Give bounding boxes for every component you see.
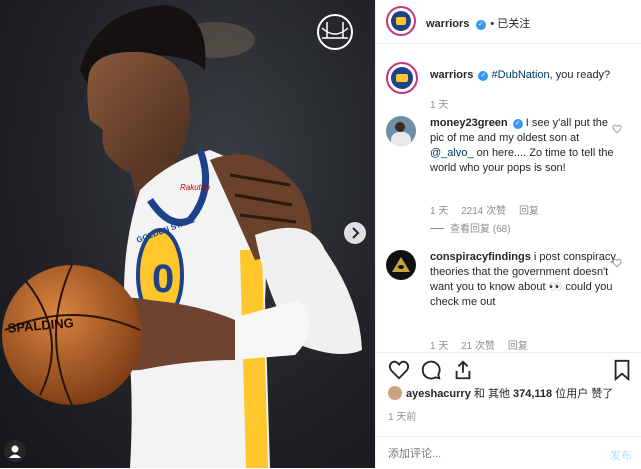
jersey-number: 0	[152, 257, 174, 301]
reply-button[interactable]: 回复	[519, 206, 539, 217]
heart-icon[interactable]	[612, 258, 622, 268]
next-photo-button[interactable]	[344, 222, 366, 244]
share-icon[interactable]	[452, 359, 474, 381]
eye-triangle-icon	[392, 257, 410, 272]
hashtag-link[interactable]: #DubNation	[492, 69, 550, 81]
publish-button[interactable]: 发布	[610, 447, 632, 463]
likes-summary[interactable]: ayeshacurry 和 其他 374,118 位用户 赞了	[388, 386, 613, 402]
caption: warriors ✓ #DubNation, you ready? 1 天	[386, 62, 632, 112]
heart-icon[interactable]	[612, 124, 622, 134]
caption-username[interactable]: warriors	[430, 69, 473, 81]
comment-icon[interactable]	[420, 359, 442, 381]
avatar[interactable]	[386, 6, 416, 36]
likes-connector: 和 其他	[473, 388, 510, 400]
avatar[interactable]	[386, 250, 416, 280]
post-photo[interactable]: 0 GOLDEN STATE Rakuten SPALDING	[0, 0, 375, 468]
comment: money23green ✓ I see y'all put the pic o…	[386, 116, 632, 236]
bookmark-icon[interactable]	[612, 359, 632, 381]
post-time: 1 天前	[388, 412, 417, 423]
comment-likes[interactable]: 2214 次赞	[461, 206, 506, 217]
comment: conspiracyfindings i post conspiracy the…	[386, 250, 632, 350]
likes-count[interactable]: 374,118	[513, 388, 552, 400]
follow-status[interactable]: • 已关注	[490, 18, 530, 30]
comment-time: 1 天	[430, 206, 449, 217]
verified-icon: ✓	[512, 119, 523, 129]
tagged-users-button[interactable]	[4, 440, 26, 462]
mention-link[interactable]: @_alvo_	[430, 147, 474, 159]
header-username[interactable]: warriors	[426, 18, 469, 30]
reply-button[interactable]: 回复	[508, 341, 528, 350]
comment-time: 1 天	[430, 341, 449, 350]
person-icon	[9, 445, 21, 458]
comment-username[interactable]: conspiracyfindings	[430, 251, 531, 263]
comment-username[interactable]: money23green	[430, 117, 508, 129]
likes-user[interactable]: ayeshacurry	[406, 388, 471, 400]
post-sidebar: warriors ✓ • 已关注 warriors ✓ #DubNation, …	[375, 0, 641, 468]
heart-icon[interactable]	[388, 359, 410, 381]
post-header: warriors ✓ • 已关注	[376, 0, 641, 44]
comment-input[interactable]	[386, 443, 590, 465]
bridge-logo-icon	[317, 14, 353, 50]
verified-icon: ✓	[475, 20, 486, 30]
avatar[interactable]	[388, 386, 402, 400]
action-bar	[376, 352, 641, 385]
avatar[interactable]	[386, 116, 416, 146]
likes-suffix: 位用户 赞了	[555, 388, 614, 400]
comment-likes[interactable]: 21 次赞	[461, 341, 495, 350]
view-replies-button[interactable]: 查看回复 (68)	[450, 224, 511, 235]
divider	[430, 228, 444, 229]
caption-text: , you ready?	[549, 69, 611, 81]
add-comment-bar: 发布	[376, 436, 641, 469]
sponsor-patch: Rakuten	[180, 183, 210, 192]
verified-icon: ✓	[478, 71, 489, 81]
avatar[interactable]	[386, 62, 418, 94]
chevron-right-icon	[352, 227, 360, 239]
caption-time: 1 天	[430, 100, 449, 111]
